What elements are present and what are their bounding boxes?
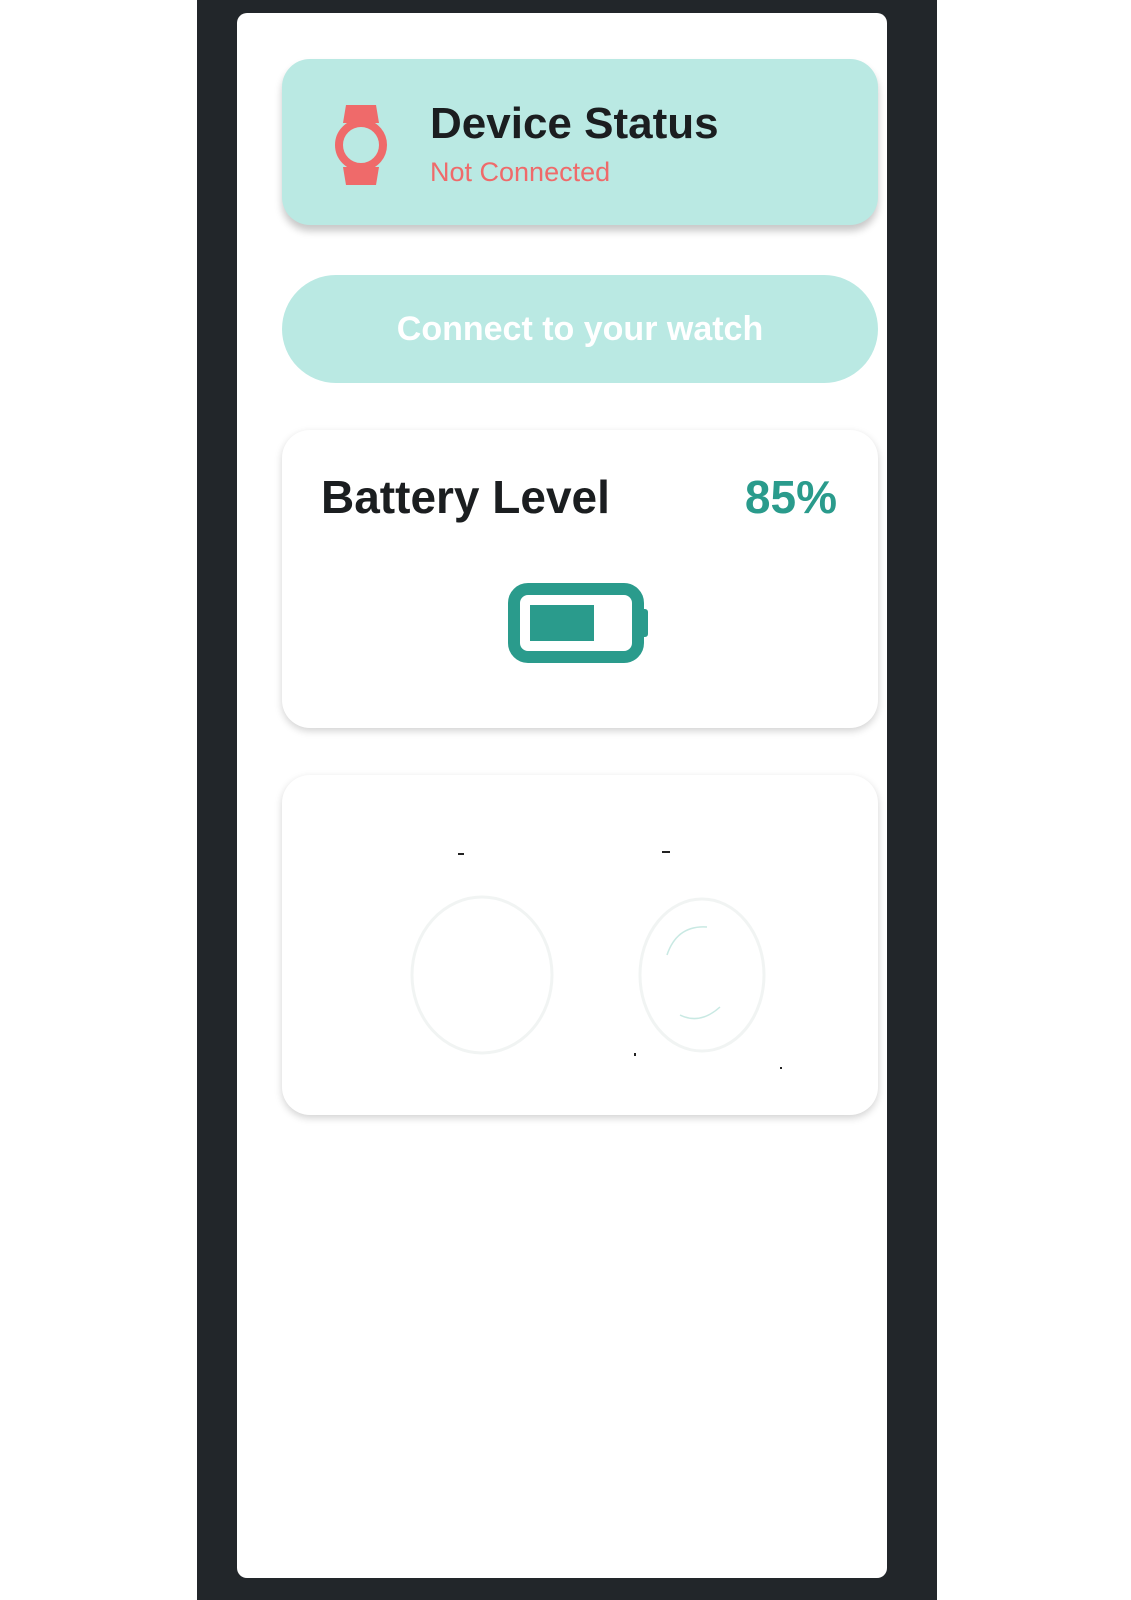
connect-watch-button[interactable]: Connect to your watch <box>282 275 878 383</box>
battery-level-card: Battery Level 85% <box>282 430 878 728</box>
battery-icon <box>508 583 652 663</box>
watch-icon <box>334 105 388 185</box>
battery-level-title: Battery Level <box>321 471 610 523</box>
watch-image <box>410 851 782 1069</box>
connect-watch-button-label: Connect to your watch <box>396 309 764 348</box>
device-status-card: Device Status Not Connected <box>282 59 878 225</box>
phone-frame: Device Status Not Connected Connect to y… <box>197 0 937 1600</box>
app-screen: Device Status Not Connected Connect to y… <box>237 13 887 1578</box>
battery-fill <box>530 605 594 641</box>
connection-status-text: Not Connected <box>430 157 611 187</box>
watch-image-card <box>282 775 878 1115</box>
device-status-title: Device Status <box>430 99 719 148</box>
battery-level-value: 85% <box>744 471 837 523</box>
